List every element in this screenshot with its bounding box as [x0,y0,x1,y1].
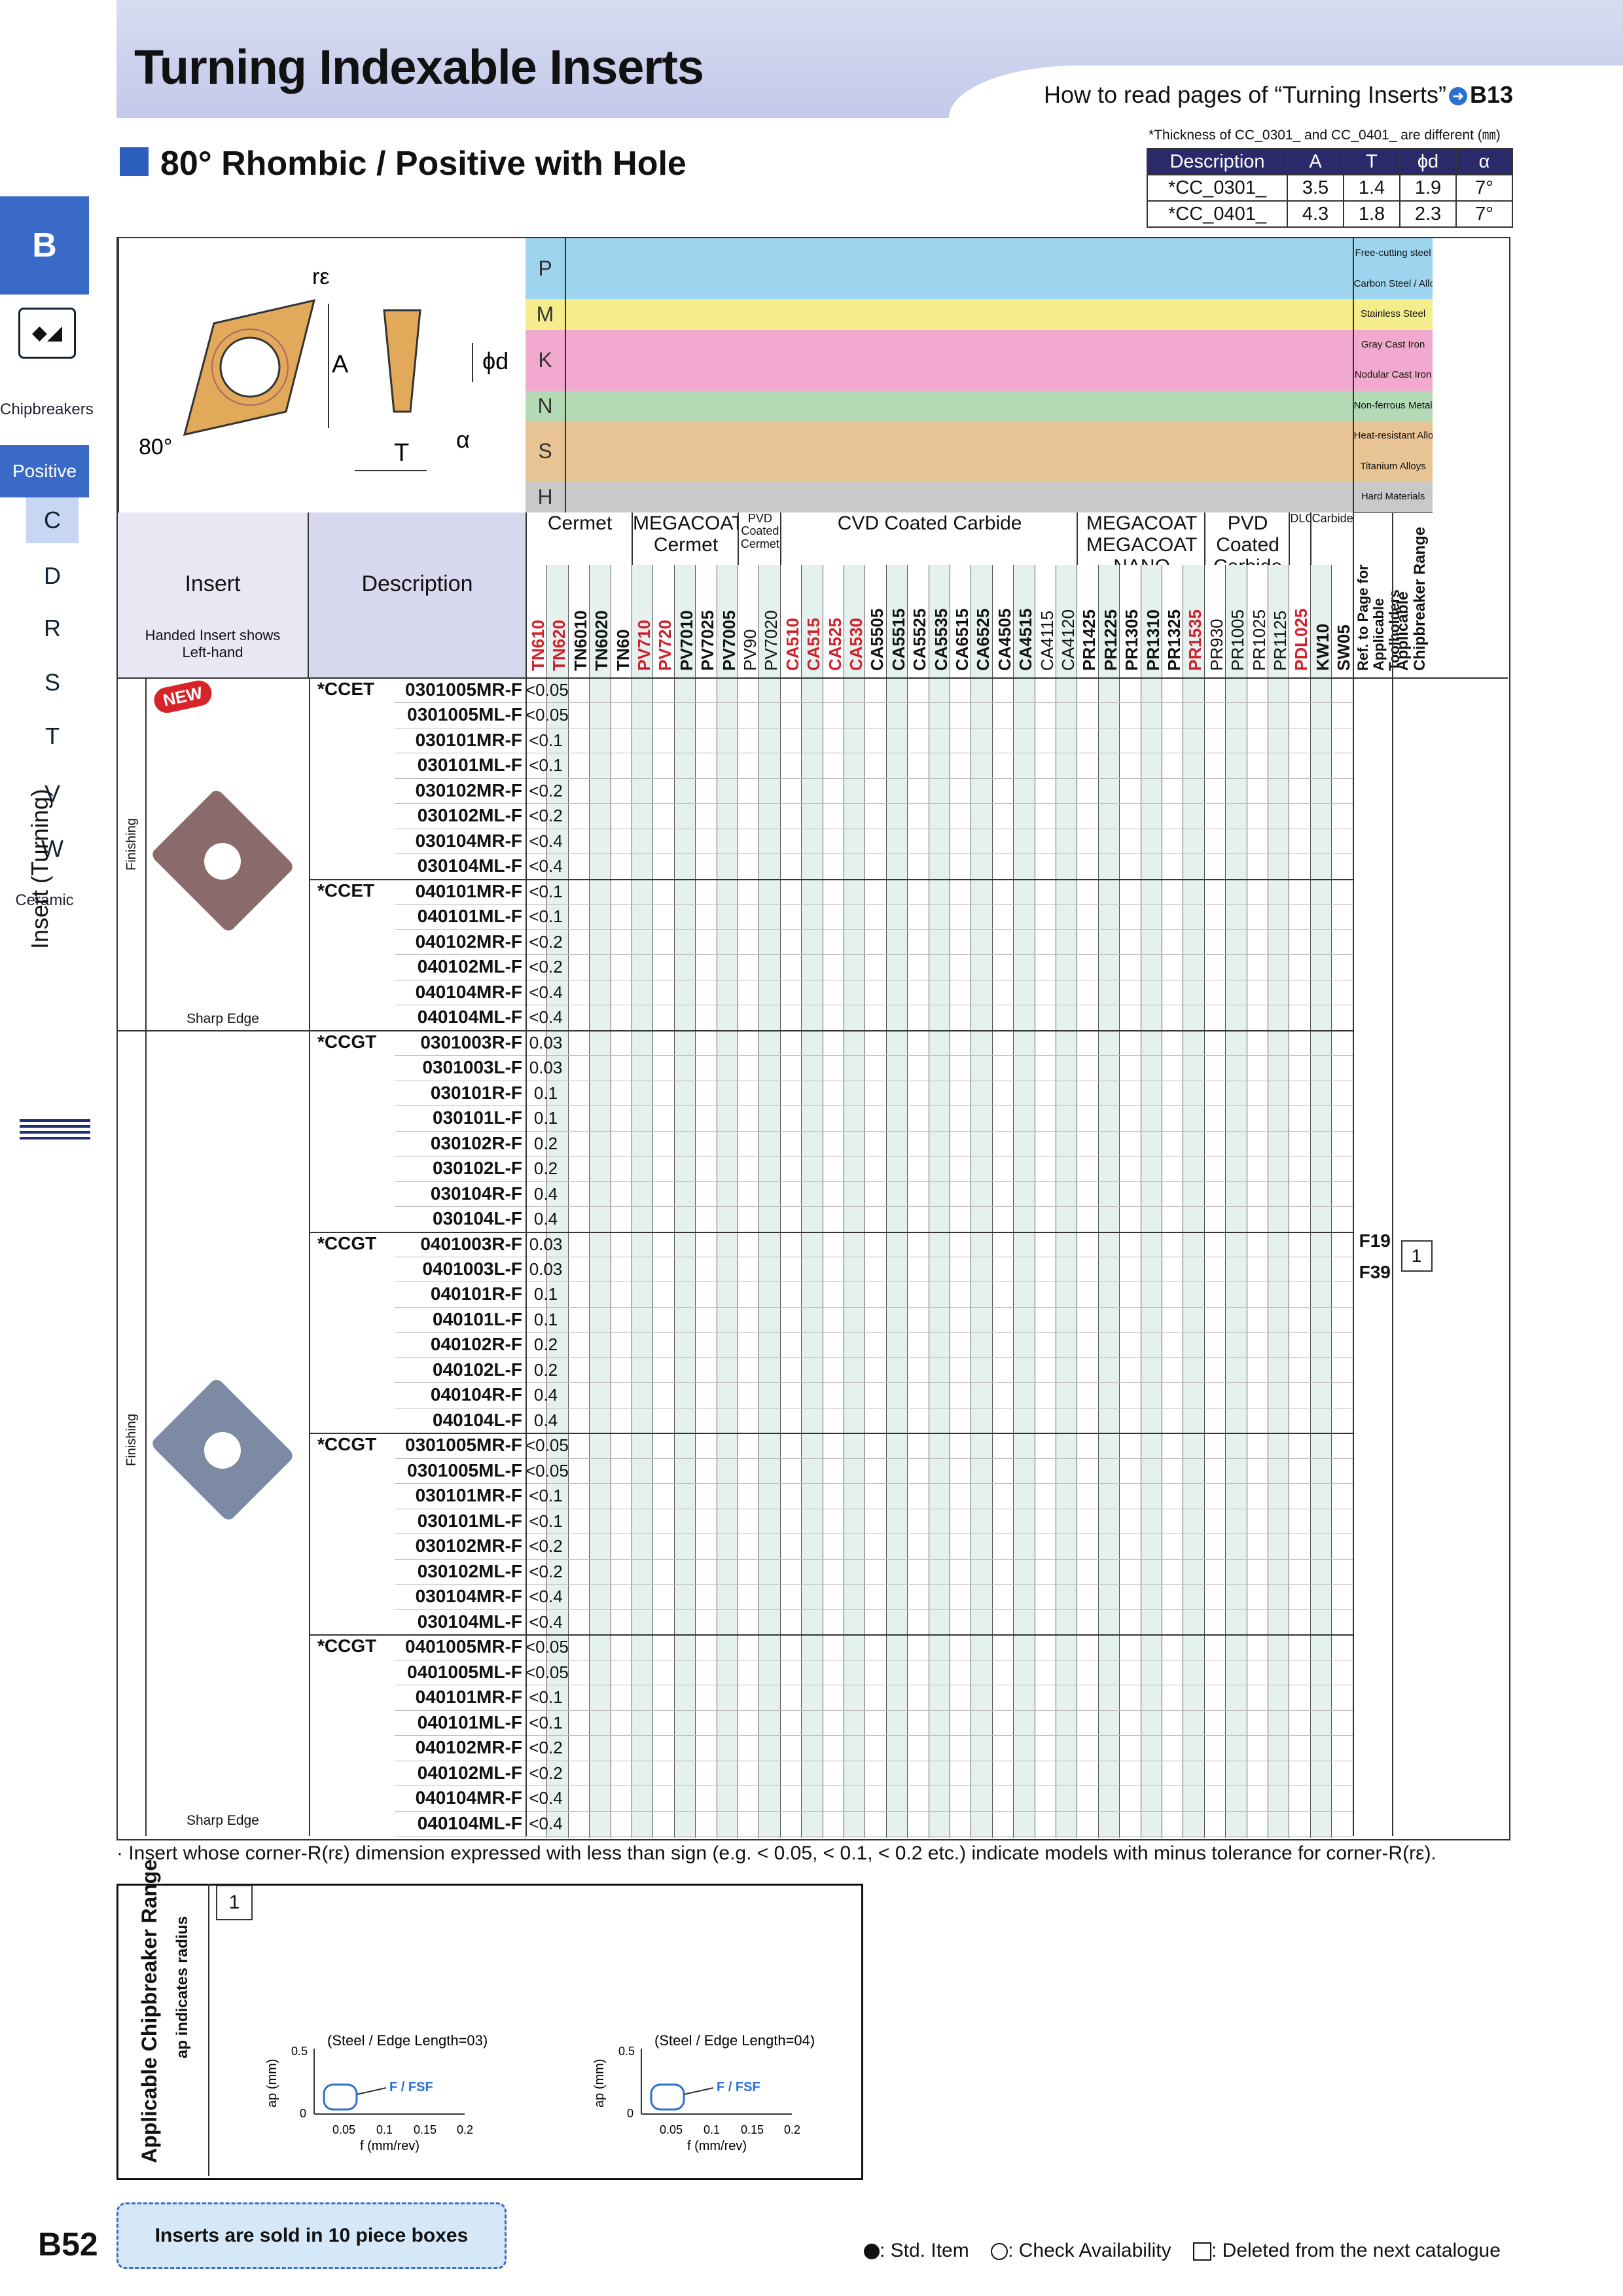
chip-panel-box: 1 [216,1885,253,1920]
sidebar-vertical-title: Insert (Turning) [26,789,53,949]
chip-xlabel: f (mm/rev) [360,2139,419,2153]
chip-leader [356,2087,387,2095]
shape-t-icon[interactable]: T [26,713,79,759]
section-tab-b[interactable]: B [0,196,89,295]
th-alpha: α [1455,148,1513,175]
check-availability-icon [991,2243,1008,2261]
thickness-row: *CC_0401_ 4.3 1.8 2.3 7° [1147,200,1513,228]
chip-xtick: 0.15 [741,2123,764,2136]
chip-xtick: 0.05 [660,2123,683,2136]
chip-chart-svg: (Steel / Edge Length=03) F / FSF 0.5 0 0.05 0… [265,2032,488,2153]
legend-std: : Std. Item [880,2240,969,2261]
cell: 3.5 [1287,174,1344,202]
th-t: T [1343,148,1400,175]
thickness-row: *CC_0301_ 3.5 1.4 1.9 7° [1147,174,1513,202]
chip-panel-title-cell [116,1884,209,2176]
deleted-icon [1192,2242,1211,2261]
chip-xtick: 0.2 [784,2123,800,2136]
shape-r-icon[interactable]: R [26,605,79,651]
chip-xlabel: f (mm/rev) [687,2139,747,2153]
shape-s-icon[interactable]: S [26,660,79,706]
thickness-note-text: *Thickness of CC_0301_ and CC_0401_ are … [1149,128,1474,143]
sidebar-chipbreakers[interactable]: Chipbreakers [0,401,94,419]
thickness-header-row: Description A T ϕd α [1147,148,1513,175]
chip-panel-title: Applicable Chipbreaker Range [137,1859,161,2163]
sold-note: Inserts are sold in 10 piece boxes [116,2202,507,2269]
chip-chart-svg: (Steel / Edge Length=04) F / FSF 0.5 0 0.05 0… [592,2032,815,2153]
page-number: B52 [38,2226,98,2263]
cell: 7° [1455,174,1513,202]
cell: 1.8 [1343,200,1400,228]
sidebar-positive[interactable]: Positive [0,445,89,497]
section-subtitle: 80° Rhombic / Positive with Hole [160,145,687,183]
cell: *CC_0401_ [1147,200,1288,228]
legend: : Std. Item : Check Availability : Delet… [864,2240,1501,2262]
chip-ytick: 0 [300,2107,306,2120]
chip-chart-title: (Steel / Edge Length=04) [654,2032,815,2049]
chip-chart: (Steel / Edge Length=04) F / FSF 0.5 0 0.05 0… [576,2029,890,2160]
chip-xtick: 0.1 [704,2123,720,2136]
std-item-icon [864,2244,880,2260]
insert-grade-table [116,237,1510,1840]
chip-ytick: 0 [627,2107,633,2120]
shape-c-icon[interactable]: C [26,497,79,543]
th-description: Description [1147,148,1288,175]
cell: 1.4 [1343,174,1400,202]
chip-xtick: 0.1 [376,2123,393,2136]
legend-check: : Check Availability [1008,2240,1171,2261]
sidebar-stripes [20,1119,90,1143]
chip-series-label: F / FSF [717,2080,760,2094]
chip-ytick: 0.5 [291,2045,308,2058]
thickness-unit: (㎜) [1477,128,1501,143]
chip-range-shape [650,2083,685,2111]
chip-xtick: 0.2 [457,2123,473,2136]
thickness-note: *Thickness of CC_0301_ and CC_0401_ are … [1149,124,1501,144]
chip-ylabel: ap (mm) [592,2059,607,2108]
chip-charts: (Steel / Edge Length=03) F / FSF 0.5 0 0.05 0… [249,2029,838,2160]
read-pages-link[interactable]: How to read pages of “Turning Inserts” ➜ B… [1044,81,1513,109]
section-square-icon [120,147,149,176]
chip-panel-sub: ap indicates radius [173,1916,191,2058]
chip-range-shape [323,2083,358,2111]
cell: 2.3 [1399,200,1457,228]
read-pages-ref: B13 [1469,81,1513,108]
legend-deleted: : Deleted from the next catalogue [1211,2240,1501,2261]
footnote: · Insert whose corner-R(rε) dimension ex… [116,1842,1436,1864]
chip-leader [683,2087,714,2095]
arrow-right-icon: ➜ [1448,87,1467,106]
chip-ylabel: ap (mm) [265,2059,279,2108]
shape-d-icon[interactable]: D [26,553,79,599]
cell: 1.9 [1399,174,1457,202]
insert-shapes-icon[interactable]: ◆◢ [18,308,76,359]
th-d: ϕd [1399,148,1457,175]
page-title: Turning Indexable Inserts [134,40,704,94]
chip-series-label: F / FSF [389,2080,433,2094]
chip-chart-title: (Steel / Edge Length=03) [327,2032,488,2049]
chip-chart: (Steel / Edge Length=03) F / FSF 0.5 0 0.05 0… [249,2029,563,2160]
chip-xtick: 0.05 [332,2123,355,2136]
cell: 7° [1455,200,1513,228]
th-a: A [1287,148,1344,175]
cell: *CC_0301_ [1147,174,1288,202]
read-pages-text: How to read pages of “Turning Inserts” [1044,81,1446,108]
thickness-table: Description A T ϕd α *CC_0301_ 3.5 1.4 1.9 7… [1147,148,1513,228]
chip-ytick: 0.5 [618,2045,635,2058]
chip-xtick: 0.15 [414,2123,437,2136]
cell: 4.3 [1287,200,1344,228]
